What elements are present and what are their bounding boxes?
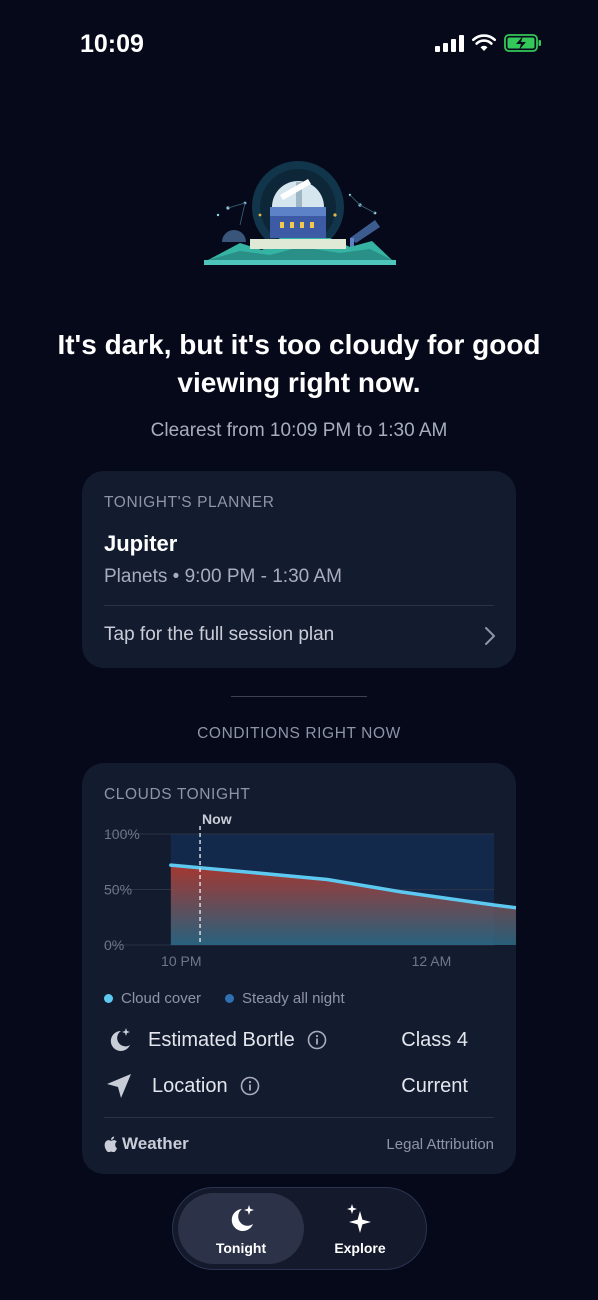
bortle-row[interactable]: Estimated Bortle Class 4 bbox=[104, 1020, 468, 1060]
clearest-window-text: Clearest from 10:09 PM to 1:30 AM bbox=[150, 420, 448, 441]
section-divider bbox=[231, 696, 367, 697]
planner-target-meta: Planets • 9:00 PM - 1:30 AM bbox=[104, 566, 342, 587]
legend-steady: Steady all night bbox=[225, 990, 345, 1007]
status-icons bbox=[435, 33, 542, 53]
info-icon[interactable] bbox=[240, 1076, 260, 1096]
battery-charging-icon bbox=[504, 34, 541, 52]
full-session-plan-link[interactable]: Tap for the full session plan bbox=[82, 605, 516, 668]
legend-steady-label: Steady all night bbox=[242, 990, 345, 1007]
location-row[interactable]: Location Current bbox=[104, 1066, 468, 1106]
status-time: 10:09 bbox=[80, 30, 144, 58]
weather-source: Weather bbox=[104, 1134, 189, 1154]
legend-cloud-cover-dot bbox=[104, 994, 113, 1003]
bortle-label: Estimated Bortle bbox=[148, 1028, 295, 1051]
sparkles-icon bbox=[347, 1204, 371, 1233]
x-tick-label: 12 AM bbox=[412, 953, 452, 969]
now-marker-label: Now bbox=[202, 811, 232, 827]
planner-target-name: Jupiter bbox=[104, 531, 178, 556]
observatory-illustration bbox=[204, 161, 396, 265]
chart-legend: Cloud cover Steady all night bbox=[104, 990, 345, 1007]
conditions-section-title: CONDITIONS RIGHT NOW bbox=[197, 725, 401, 742]
y-tick-label: 100% bbox=[104, 826, 140, 842]
moon-stars-icon bbox=[110, 1028, 130, 1051]
legend-cloud-cover: Cloud cover bbox=[104, 990, 201, 1007]
location-arrow-icon bbox=[107, 1074, 131, 1098]
tab-explore-label: Explore bbox=[334, 1240, 386, 1256]
bortle-value: Class 4 bbox=[401, 1028, 468, 1051]
y-tick-label: 50% bbox=[104, 882, 132, 898]
full-session-plan-label: Tap for the full session plan bbox=[104, 624, 335, 645]
tab-bar: Tonight Explore bbox=[172, 1187, 427, 1270]
tab-explore[interactable]: Explore bbox=[297, 1193, 423, 1264]
tab-tonight[interactable]: Tonight bbox=[178, 1193, 304, 1264]
tab-tonight-label: Tonight bbox=[215, 1240, 267, 1256]
legend-steady-dot bbox=[225, 994, 235, 1003]
planner-kicker: TONIGHT'S PLANNER bbox=[104, 494, 275, 511]
weather-source-label: Weather bbox=[122, 1134, 189, 1153]
conditions-card: CLOUDS TONIGHT 100% 50% 0% Now 10 PM 12 AM Cl… bbox=[82, 763, 516, 1174]
y-tick-label: 0% bbox=[104, 937, 124, 953]
conditions-divider bbox=[104, 1117, 494, 1118]
apple-logo-icon bbox=[104, 1136, 117, 1152]
tonights-planner-card[interactable]: TONIGHT'S PLANNER Jupiter Planets • 9:00… bbox=[82, 471, 516, 668]
cloud-cover-chart: 100% 50% 0% Now 10 PM 12 AM bbox=[104, 811, 516, 969]
status-bar: 10:09 bbox=[0, 0, 598, 90]
moon-stars-icon bbox=[231, 1205, 254, 1231]
legend-cloud-cover-label: Cloud cover bbox=[121, 990, 202, 1007]
x-tick-label: 10 PM bbox=[161, 953, 201, 969]
wifi-icon bbox=[472, 34, 496, 51]
location-label: Location bbox=[152, 1074, 228, 1097]
info-icon[interactable] bbox=[307, 1030, 327, 1050]
viewing-summary-headline: It's dark, but it's too cloudy for good … bbox=[57, 329, 541, 398]
location-value: Current bbox=[401, 1074, 468, 1097]
cellular-signal-icon bbox=[435, 34, 464, 52]
legal-attribution-link[interactable]: Legal Attribution bbox=[386, 1136, 494, 1153]
chevron-right-icon bbox=[485, 627, 495, 645]
